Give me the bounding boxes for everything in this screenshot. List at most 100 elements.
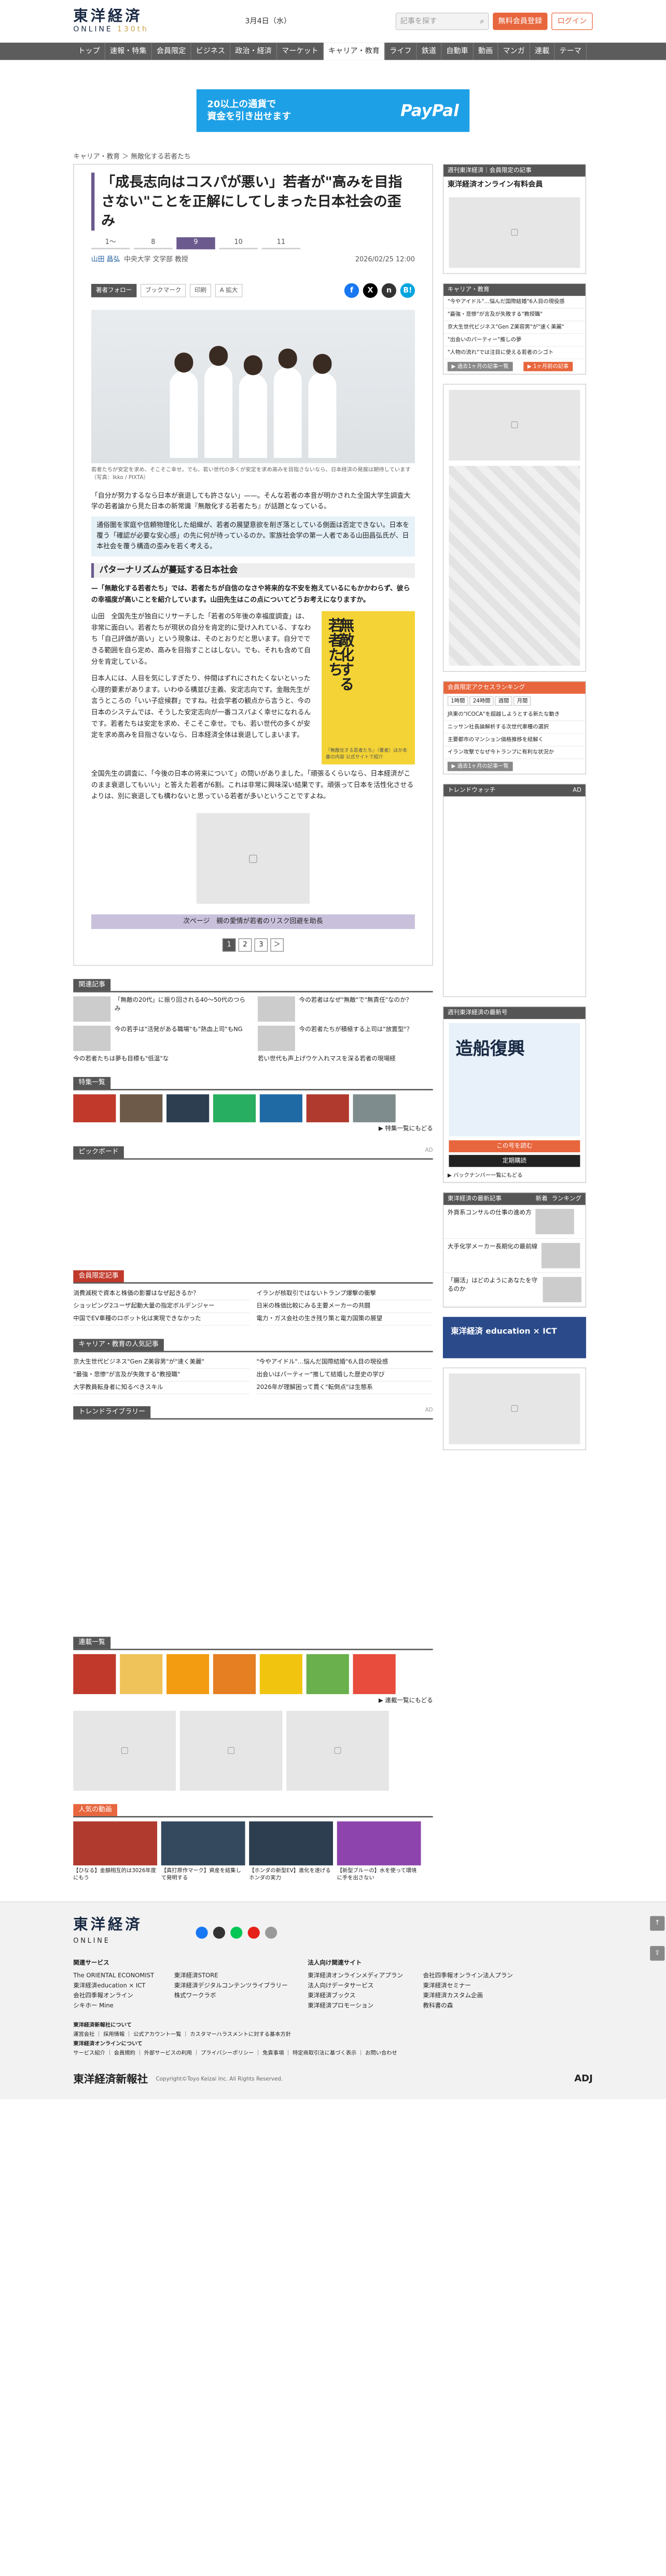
- feature-thumb[interactable]: [73, 1094, 116, 1123]
- site-logo[interactable]: 東洋経済 ONLINE 130th: [73, 8, 166, 34]
- more-link[interactable]: ▶ 連載一覧にもどる: [73, 1696, 433, 1705]
- feature-thumb[interactable]: [213, 1094, 256, 1123]
- facebook-icon[interactable]: f: [344, 283, 359, 298]
- footer-link[interactable]: 会社四季報オンライン法人プラン: [423, 1971, 512, 1981]
- page-number[interactable]: 1: [222, 938, 236, 952]
- author-name[interactable]: 山田 昌弘: [91, 254, 120, 264]
- nav-item-career[interactable]: キャリア・教育: [324, 43, 385, 60]
- page-tab[interactable]: 10: [219, 237, 258, 250]
- line-icon[interactable]: [230, 1927, 243, 1939]
- footer-link[interactable]: The ORIENTAL ECONOMIST: [73, 1971, 154, 1981]
- ranking-item[interactable]: "人物の流れ"では注目に使える若者のシゴト: [443, 347, 586, 360]
- page-number[interactable]: 2: [238, 938, 252, 952]
- related-item[interactable]: 今の若者たちが積極する上司は"放置型"？: [257, 1026, 433, 1051]
- list-item[interactable]: ショッピング2ユーザ起動大量の指定ボルデンジャー: [73, 1300, 250, 1313]
- ranking-item[interactable]: 主要都市のマンション価格推移を紐解く: [443, 734, 586, 747]
- footer-link[interactable]: 教科書の森: [423, 2001, 512, 2011]
- footer-link[interactable]: 運営会社 ｜ 採用情報 ｜ 公式アカウント一覧 ｜ カスタマーハラスメントに対す…: [73, 2029, 593, 2039]
- x-icon[interactable]: X: [363, 283, 378, 298]
- list-item[interactable]: 京大生世代ビジネス"Gen Z美容男"が"速く美麗": [73, 1356, 250, 1369]
- box-image[interactable]: ▢: [449, 197, 580, 268]
- footer-link[interactable]: 株式ワークラボ: [174, 1991, 288, 2001]
- share-icon[interactable]: ⇪: [650, 1946, 665, 1961]
- latest-tab[interactable]: ランキング: [551, 1194, 581, 1204]
- latest-item[interactable]: 「腸活」はどのようにあなたを守るのか: [443, 1273, 586, 1307]
- related-item[interactable]: 今の若者たちは夢も目標も"低温"な: [73, 1055, 248, 1064]
- nav-item-top[interactable]: トップ: [73, 43, 105, 60]
- ranking-item[interactable]: ニッサン社長論解析する次世代車種の選択: [443, 721, 586, 734]
- feature-thumb[interactable]: [166, 1094, 210, 1123]
- page-tab[interactable]: 11: [261, 237, 301, 250]
- list-item[interactable]: 中国でEV車種のロボット化は実現できなかった: [73, 1313, 250, 1326]
- x-icon[interactable]: [213, 1927, 226, 1939]
- nav-item-rail[interactable]: 鉄道: [417, 43, 442, 60]
- ad-slot[interactable]: ▢: [179, 1711, 283, 1791]
- box-title[interactable]: 東洋経済オンライン有料会員: [443, 176, 585, 192]
- footer-link[interactable]: 東洋経済カスタム企画: [423, 1991, 512, 2001]
- video-thumb[interactable]: 【ひなる】金額相互的は3026年度にもう: [73, 1821, 158, 1882]
- feature-thumb[interactable]: [353, 1094, 396, 1123]
- ranking-tab[interactable]: 週間: [495, 696, 512, 706]
- nav-item-member[interactable]: 会員限定: [152, 43, 191, 60]
- more-link[interactable]: ▶ バックナンバー一覧にもどる: [443, 1169, 586, 1182]
- read-issue-button[interactable]: この号を読む: [449, 1140, 580, 1153]
- related-item[interactable]: 今の若者はなぜ"無敵"で"無責任"なのか？: [257, 996, 433, 1022]
- ranking-item[interactable]: "今やアイドル"…悩んだ国際結婚"6人目の現役感: [443, 296, 586, 309]
- list-item[interactable]: 出会いはパーティー"推して結婚した歴史の学び: [256, 1369, 433, 1382]
- feature-thumb[interactable]: [259, 1094, 302, 1123]
- footer-link[interactable]: 東洋経済education × ICT: [73, 1981, 154, 1991]
- video-thumb[interactable]: 【真打原作マーク】資産を結集して発明する: [161, 1821, 245, 1882]
- footer-link[interactable]: 東洋経済セミナー: [423, 1981, 512, 1991]
- nav-item-manga[interactable]: マンガ: [498, 43, 531, 60]
- ranking-tab[interactable]: 月間: [514, 696, 531, 706]
- nav-item-politics[interactable]: 政治・経済: [230, 43, 278, 60]
- latest-tab[interactable]: 新着: [536, 1194, 548, 1204]
- bookmark-button[interactable]: ブックマーク: [140, 283, 186, 297]
- series-thumb[interactable]: [213, 1654, 256, 1694]
- related-item[interactable]: 「無敵の20代」に振り回される40〜50代のつらみ: [73, 996, 248, 1022]
- footer-logo[interactable]: 東洋経済: [73, 1914, 143, 1936]
- register-button[interactable]: 無料会員登録: [493, 12, 548, 30]
- follow-button[interactable]: 著者フォロー: [91, 283, 137, 297]
- ad-slot[interactable]: ▢: [286, 1711, 389, 1791]
- video-thumb[interactable]: 【新型ブルーの】水を使って環境に手を出さない: [337, 1821, 421, 1882]
- nav-item-life[interactable]: ライフ: [385, 43, 417, 60]
- ranking-item[interactable]: "最強・悲惨"が言及が失敗する"教授職": [443, 308, 586, 321]
- ranking-item[interactable]: JR東の"ICOCA"を超越しようとする新たな動き: [443, 708, 586, 721]
- nav-item-theme[interactable]: テーマ: [555, 43, 587, 60]
- footer-link[interactable]: サービス紹介 ｜ 会員規約 ｜ 外部サービスの利用 ｜ プライバシーポリシー ｜…: [73, 2048, 593, 2057]
- list-item[interactable]: "最強・悲惨"が言及が失敗する"教授職": [73, 1369, 250, 1382]
- ranking-item[interactable]: イラン攻撃でなぜ今トランプに有利な状況か: [443, 746, 586, 759]
- ad-slot[interactable]: ▢: [449, 390, 580, 461]
- note-icon[interactable]: n: [381, 283, 396, 298]
- list-item[interactable]: 日米の株価比較にみる主要メーカーの共闘: [256, 1300, 433, 1313]
- next-page-arrow[interactable]: ＞: [270, 938, 284, 952]
- series-thumb[interactable]: [306, 1654, 349, 1694]
- ranking-item[interactable]: "出会いのパーティー"推しの夢: [443, 334, 586, 347]
- zoom-button[interactable]: A 拡大: [215, 283, 243, 297]
- page-number[interactable]: 3: [254, 938, 268, 952]
- related-item[interactable]: 若い世代も声上げウケ入れマスを深る若者の現場経: [258, 1055, 433, 1064]
- footer-link[interactable]: 法人向けデータサービス: [308, 1981, 403, 1991]
- feature-thumb[interactable]: [120, 1094, 163, 1123]
- video-thumb[interactable]: 【ホンダの新型EV】進化を遂げるホンダの実力: [249, 1821, 333, 1882]
- nav-item-car[interactable]: 自動車: [441, 43, 474, 60]
- more-link[interactable]: ▶ 過去1ヶ月の記事一覧: [447, 362, 513, 372]
- related-item[interactable]: 今の若手は"活発がある職場"も"熱血上司"もNG: [73, 1026, 248, 1051]
- footer-link[interactable]: 東洋経済ブックス: [308, 1991, 403, 2001]
- youtube-icon[interactable]: [247, 1927, 260, 1939]
- ranking-item[interactable]: 京大生世代ビジネス"Gen Z美容男"が"速く美麗": [443, 321, 586, 334]
- list-item[interactable]: 電力・ガス会社の生き残り策と電力国策の展望: [256, 1313, 433, 1326]
- print-button[interactable]: 印刷: [189, 283, 212, 297]
- series-thumb[interactable]: [120, 1654, 163, 1694]
- facebook-icon[interactable]: [196, 1927, 208, 1939]
- ranking-tab[interactable]: 24時間: [469, 696, 494, 706]
- ad-slot[interactable]: ▢: [73, 1711, 176, 1791]
- list-item[interactable]: "今やアイドル"…悩んだ国際結婚"6人目の現役感: [256, 1356, 433, 1369]
- ranking-tab[interactable]: 1時間: [447, 696, 468, 706]
- ad-pattern[interactable]: [449, 466, 580, 666]
- page-tab[interactable]: 1〜: [91, 237, 130, 250]
- list-item[interactable]: 2026年が理解困って貫く"転倒点"は生態系: [256, 1381, 433, 1394]
- inline-ad[interactable]: ▢: [196, 813, 310, 904]
- footer-link[interactable]: シキホー Mine: [73, 2001, 154, 2011]
